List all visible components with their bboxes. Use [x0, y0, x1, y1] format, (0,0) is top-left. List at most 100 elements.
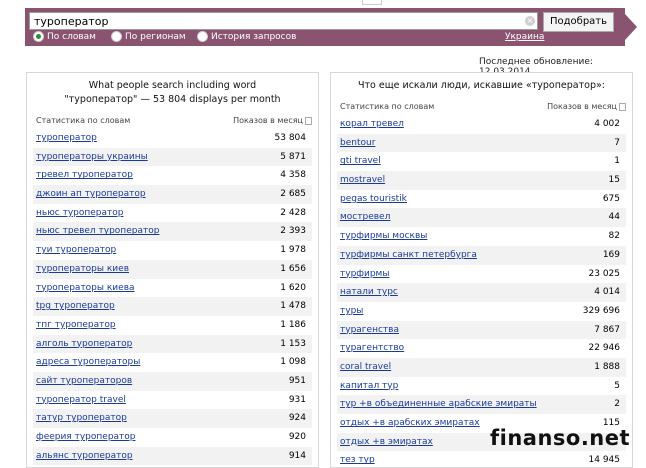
- views-count: 1 098: [280, 357, 306, 368]
- mode-history[interactable]: История запросов: [197, 31, 296, 42]
- views-count: 15: [608, 175, 620, 186]
- query-link[interactable]: pegas touristik: [340, 190, 407, 209]
- radio-icon: [197, 31, 208, 42]
- views-count: 4 002: [594, 119, 620, 129]
- table-row: туроператор 53 804: [33, 129, 312, 148]
- views-count: 5 871: [280, 151, 306, 162]
- views-count: 22 946: [588, 343, 621, 354]
- col-header-words: Статистика по словам: [340, 102, 435, 111]
- query-link[interactable]: турагентство: [340, 339, 404, 358]
- table-row: джоин ап туроператор 2 685: [33, 185, 312, 204]
- query-link[interactable]: туроператоры киева: [36, 279, 135, 298]
- query-link[interactable]: феерия туроператор: [36, 428, 136, 447]
- query-link[interactable]: tpg туроператор: [36, 297, 115, 316]
- views-count: 1 656: [280, 263, 306, 274]
- table-row: тур +в объединенные арабские эмираты 2: [337, 395, 626, 414]
- export-icon[interactable]: [305, 116, 312, 125]
- views-count: 920: [288, 432, 306, 442]
- views-count: 2 685: [280, 189, 306, 200]
- views-count: 2 428: [280, 207, 306, 218]
- query-link[interactable]: турфирмы: [340, 265, 389, 284]
- query-link[interactable]: mostravel: [340, 171, 385, 190]
- panel-title: Что еще искали люди, искавшие «туроперат…: [357, 80, 605, 91]
- right-panel: Что еще искали люди, искавшие «туроперат…: [330, 72, 633, 468]
- table-row: туры 329 696: [337, 302, 626, 321]
- table-row: bentour 7: [337, 133, 626, 153]
- views-count: 1 978: [280, 245, 306, 256]
- left-panel: What people search including word "туроп…: [26, 72, 319, 468]
- query-link[interactable]: татур туроператор: [36, 409, 127, 428]
- query-link[interactable]: туроператор: [36, 129, 97, 148]
- export-icon[interactable]: [619, 102, 626, 111]
- query-link[interactable]: турагенства: [340, 321, 399, 340]
- table-row: mostravel 15: [337, 171, 626, 190]
- table-row: pegas touristik 675: [337, 190, 626, 209]
- query-link[interactable]: турфирмы санкт петербурга: [340, 246, 477, 265]
- query-link[interactable]: туры: [340, 302, 363, 321]
- query-link[interactable]: отдых +в арабских эмиратах: [340, 414, 480, 433]
- radio-selected-icon: [33, 31, 44, 42]
- query-link[interactable]: капитал тур: [340, 377, 398, 396]
- table-row: капитал тур 5: [337, 377, 626, 396]
- table-row: tpg туроператор 1 478: [33, 297, 312, 316]
- query-link[interactable]: тпг туроператор: [36, 316, 116, 335]
- table-row: туроператоры киева 1 620: [33, 279, 312, 298]
- table-row: феерия туроператор 920: [33, 428, 312, 447]
- table-row: турфирмы 23 025: [337, 265, 626, 284]
- table-row: алголь туроператор 1 153: [33, 334, 312, 354]
- query-link[interactable]: тур +в объединенные арабские эмираты: [340, 395, 537, 414]
- table-row: альянс туроператор 914: [33, 446, 312, 466]
- views-count: 1: [614, 156, 620, 167]
- query-link[interactable]: алголь туроператор: [36, 335, 132, 354]
- query-link[interactable]: ньюс туроператор: [36, 204, 123, 223]
- table-header: Статистика по словам Показов в месяц: [33, 116, 312, 128]
- query-link[interactable]: альянс туроператор: [36, 447, 133, 466]
- top-bar: туроператор × Подобрать По словам По рег…: [0, 0, 646, 54]
- region-link[interactable]: Украина: [505, 32, 544, 42]
- mode-by-words[interactable]: По словам: [33, 31, 96, 42]
- table-row: туроператоры украины 5 871: [33, 147, 312, 167]
- query-link[interactable]: адреса туроператоры: [36, 353, 140, 372]
- table-row: корал тревел 4 002: [337, 115, 626, 134]
- query-link[interactable]: туроператоры украины: [36, 148, 148, 167]
- query-link[interactable]: gti travel: [340, 152, 381, 171]
- table-row: ньюс тревел туроператор 2 393: [33, 222, 312, 242]
- mode-by-regions[interactable]: По регионам: [111, 31, 186, 42]
- search-button[interactable]: Подобрать: [543, 12, 614, 32]
- query-link[interactable]: ньюс тревел туроператор: [36, 222, 159, 241]
- query-link[interactable]: мостревел: [340, 208, 390, 227]
- table-row: турагентство 22 946: [337, 339, 626, 358]
- col-header-words: Статистика по словам: [36, 116, 131, 125]
- query-link[interactable]: туроператор travel: [36, 391, 126, 410]
- views-count: 329 696: [582, 305, 620, 316]
- views-count: 53 804: [274, 133, 307, 143]
- table-body: туроператор 53 804 туроператоры украины 5 8…: [33, 129, 312, 466]
- query-link[interactable]: туроператоры киев: [36, 260, 129, 279]
- query-link[interactable]: bentour: [340, 134, 375, 153]
- query-link[interactable]: турфирмы москвы: [340, 227, 427, 246]
- views-count: 44: [608, 212, 620, 223]
- watermark: finanso.net: [490, 426, 631, 450]
- table-row: ньюс туроператор 2 428: [33, 204, 312, 223]
- views-count: 1 478: [280, 301, 306, 312]
- views-count: 1 186: [280, 319, 306, 330]
- table-row: турагенства 7 867: [337, 320, 626, 340]
- query-link[interactable]: корал тревел: [340, 115, 404, 134]
- table-body: корал тревел 4 002 bentour 7 gti travel 1 most…: [337, 115, 626, 467]
- table-row: турфирмы москвы 82: [337, 227, 626, 246]
- query-link[interactable]: джоин ап туроператор: [36, 185, 146, 204]
- query-link[interactable]: тревел туроператор: [36, 166, 133, 185]
- views-count: 23 025: [588, 268, 621, 279]
- close-icon[interactable]: ×: [525, 16, 535, 26]
- query-link[interactable]: натали турс: [340, 283, 398, 302]
- search-input[interactable]: туроператор: [29, 12, 538, 30]
- query-link[interactable]: сайт туроператоров: [36, 372, 132, 391]
- query-link[interactable]: отдых +в эмиратах: [340, 433, 433, 452]
- table-row: мостревел 44: [337, 208, 626, 228]
- radio-icon: [111, 31, 122, 42]
- views-count: 931: [288, 394, 306, 405]
- query-link[interactable]: туи туроператор: [36, 241, 116, 260]
- views-count: 5: [614, 380, 620, 391]
- col-header-views: Показов в месяц: [547, 102, 626, 111]
- query-link[interactable]: coral travel: [340, 358, 391, 377]
